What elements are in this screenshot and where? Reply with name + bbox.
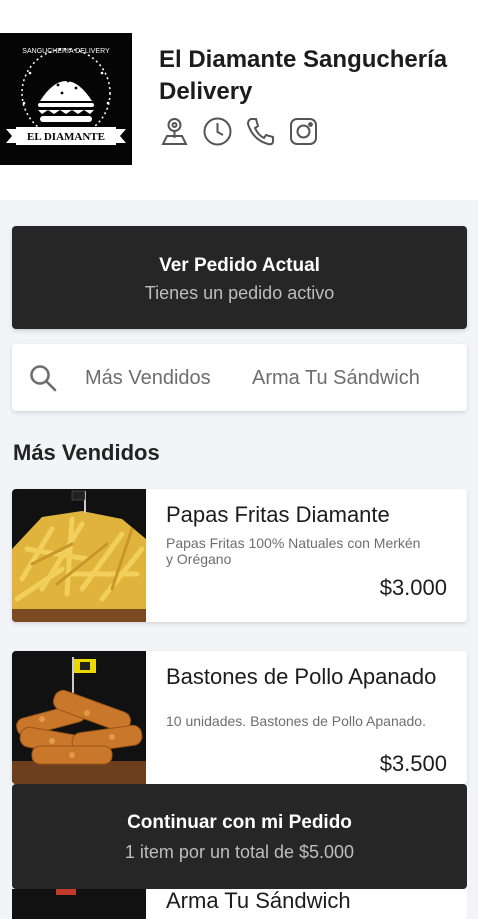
product-description: Papas Fritas 100% Natuales con Merkén y … [166, 535, 421, 567]
product-description: 10 unidades. Bastones de Pollo Apanado. [166, 713, 426, 729]
location-icon[interactable] [159, 116, 190, 147]
store-header: SANGUCHERIA DELIVERY EL DIAMANTE El Diam… [0, 0, 478, 200]
view-order-title: Ver Pedido Actual [159, 255, 320, 276]
continue-order-subtitle: 1 item por un total de $5.000 [124, 842, 355, 862]
product-name: Papas Fritas Diamante [166, 502, 390, 527]
clock-icon[interactable] [202, 116, 233, 147]
tab-mas-vendidos[interactable]: Más Vendidos [85, 367, 211, 390]
instagram-icon[interactable] [288, 116, 319, 147]
product-price: $3.500 [379, 751, 447, 776]
continue-order-title: Continuar con mi Pedido [127, 812, 352, 833]
product-image-fries [12, 489, 146, 622]
continue-order-button[interactable]: Continuar con mi Pedido 1 item por un to… [12, 784, 467, 889]
store-name: El Diamante Sanguchería Delivery [159, 46, 448, 105]
section-title: Más Vendidos [13, 440, 160, 465]
store-logo: SANGUCHERIA DELIVERY EL DIAMANTE [0, 33, 132, 165]
search-icon[interactable] [28, 363, 58, 393]
product-card[interactable]: Bastones de Pollo Apanado 10 unidades. B… [12, 651, 467, 784]
product-name: Bastones de Pollo Apanado [166, 664, 437, 689]
view-order-subtitle: Tienes un pedido activo [144, 283, 335, 303]
store-info-icons [159, 116, 319, 147]
tab-arma-tu-sandwich[interactable]: Arma Tu Sándwich [252, 367, 420, 390]
product-image-chicken [12, 651, 146, 784]
logo-banner-text: EL DIAMANTE [27, 131, 105, 143]
phone-icon[interactable] [245, 116, 276, 147]
product-card[interactable]: Papas Fritas Diamante Papas Fritas 100% … [12, 489, 467, 622]
logo-top-text: SANGUCHERIA DELIVERY [22, 48, 110, 55]
view-current-order-button[interactable]: Ver Pedido Actual Tienes un pedido activ… [12, 226, 467, 329]
product-image-sandwich [12, 889, 146, 919]
category-search-bar: Más Vendidos Arma Tu Sándwich [12, 344, 467, 411]
product-name-peek: Arma Tu Sándwich [166, 888, 351, 913]
product-price: $3.000 [379, 575, 447, 600]
